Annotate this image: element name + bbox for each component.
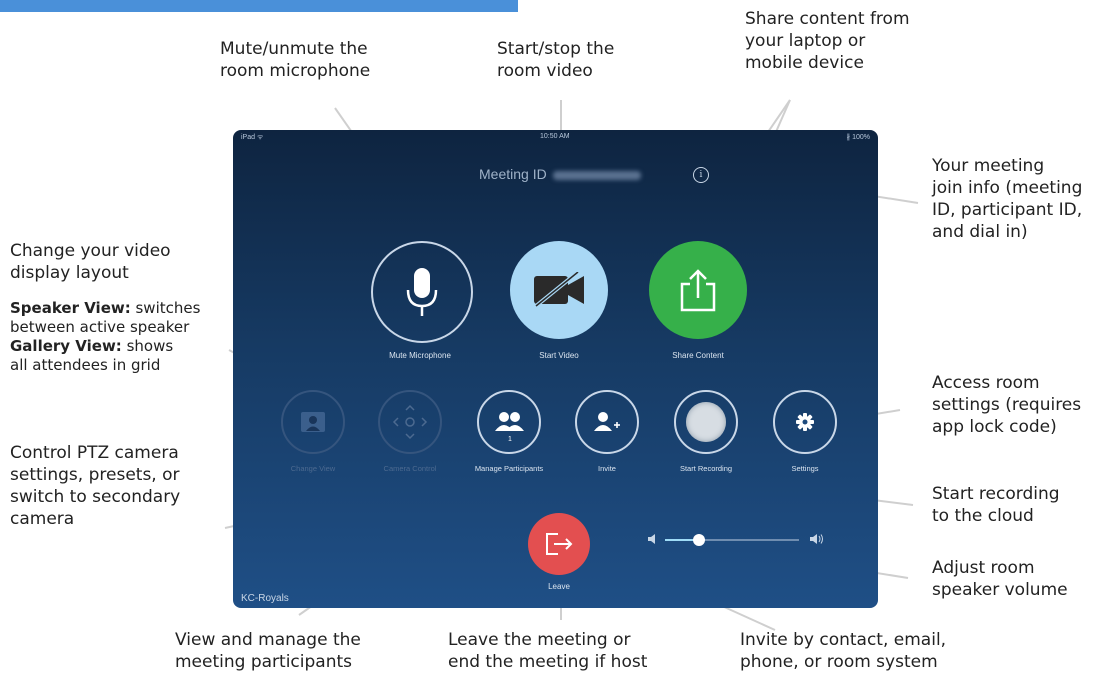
annotation-settings: Access room settings (requires app lock … xyxy=(932,373,1082,437)
annotation-leave: Leave the meeting or end the meeting if … xyxy=(448,630,648,672)
info-icon[interactable]: i xyxy=(693,167,709,183)
status-battery: ∦ 100% xyxy=(846,134,870,141)
invite-button[interactable] xyxy=(575,390,639,454)
invite-icon xyxy=(594,412,620,431)
status-time: 10:50 AM xyxy=(540,133,570,140)
annotation-layout-detail: Speaker View: switches between active sp… xyxy=(10,299,201,374)
annotation-mute: Mute/unmute the room microphone xyxy=(220,39,371,81)
share-content-button[interactable] xyxy=(649,241,747,339)
leave-icon xyxy=(546,533,573,555)
annotation-recording: Start recording to the cloud xyxy=(932,484,1060,526)
mute-microphone-button[interactable] xyxy=(371,241,473,343)
volume-low-icon xyxy=(648,534,655,544)
volume-high-icon xyxy=(810,534,823,544)
annotation-video: Start/stop the room video xyxy=(497,39,615,81)
annotation-ptz: Control PTZ camera settings, presets, or… xyxy=(10,443,181,529)
manage-participants-label: Manage Participants xyxy=(474,464,544,473)
camera-control-icon xyxy=(392,404,428,440)
settings-button[interactable] xyxy=(773,390,837,454)
annotation-participants: View and manage the meeting participants xyxy=(175,630,361,672)
start-recording-label: Start Recording xyxy=(679,464,733,473)
camera-control-label: Camera Control xyxy=(383,464,437,473)
status-carrier: iPad ᯤ xyxy=(241,134,264,141)
gear-icon xyxy=(796,413,814,431)
settings-label: Settings xyxy=(791,464,819,473)
microphone-icon xyxy=(406,268,438,316)
start-video-button[interactable] xyxy=(510,241,608,339)
volume-slider-handle[interactable] xyxy=(692,534,705,546)
share-icon xyxy=(680,269,716,312)
leave-label: Leave xyxy=(548,582,570,591)
annotation-share: Share content from your laptop or mobile… xyxy=(745,9,910,73)
manage-participants-button[interactable] xyxy=(477,390,541,454)
change-view-label: Change View xyxy=(290,464,336,473)
annotation-layout-title: Change your video display layout xyxy=(10,241,171,283)
meeting-id: Meeting ID xyxy=(479,166,641,182)
volume-slider[interactable] xyxy=(665,539,799,541)
participant-count: 1 xyxy=(508,436,512,443)
mute-microphone-label: Mute Microphone xyxy=(389,351,451,360)
invite-label: Invite xyxy=(598,464,616,473)
annotation-volume: Adjust room speaker volume xyxy=(932,558,1068,600)
room-name: KC-Royals xyxy=(241,593,289,604)
annotation-join-info: Your meeting join info (meeting ID, part… xyxy=(932,156,1083,242)
share-content-label: Share Content xyxy=(672,351,724,360)
record-icon xyxy=(686,402,726,442)
change-view-button[interactable] xyxy=(281,390,345,454)
participants-icon xyxy=(495,412,524,431)
start-video-label: Start Video xyxy=(539,351,579,360)
ipad-screen: iPad ᯤ 10:50 AM ∦ 100% Meeting ID i Mute… xyxy=(233,130,878,608)
change-view-icon xyxy=(301,412,325,432)
annotation-invite: Invite by contact, email, phone, or room… xyxy=(740,630,947,672)
camera-control-button[interactable] xyxy=(378,390,442,454)
leave-button[interactable] xyxy=(528,513,590,575)
video-off-icon xyxy=(534,272,584,308)
meeting-id-redacted xyxy=(552,170,641,180)
start-recording-button[interactable] xyxy=(674,390,738,454)
